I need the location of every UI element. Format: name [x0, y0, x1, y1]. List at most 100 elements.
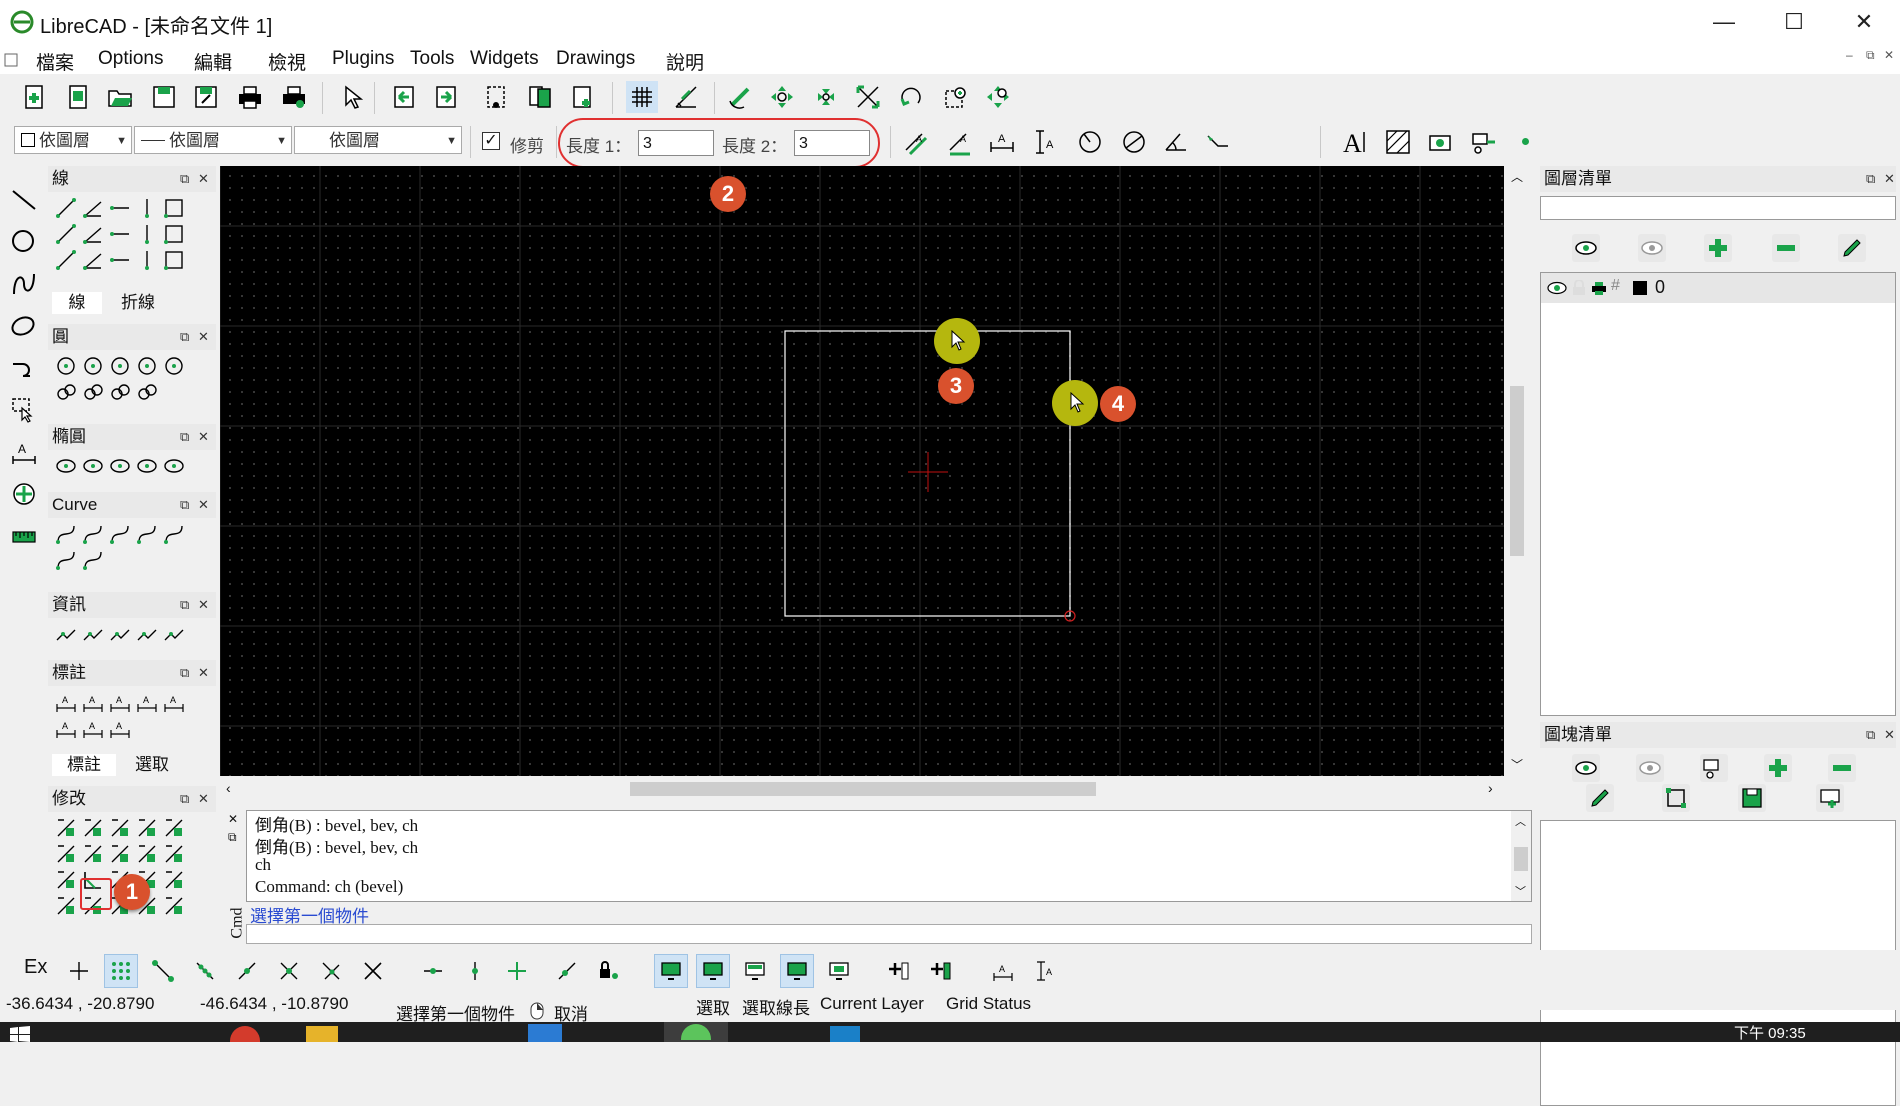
chrome-taskbar-icon[interactable]: [230, 1026, 260, 1042]
vertical-scrollbar[interactable]: ︿ ﹀: [1506, 166, 1528, 776]
circle-tool-5[interactable]: [160, 352, 188, 380]
float-icon[interactable]: ⧉: [180, 660, 189, 686]
info-tool-5[interactable]: [160, 620, 188, 648]
info-tool-2[interactable]: [79, 620, 107, 648]
show-all-blocks-icon[interactable]: [1572, 754, 1600, 782]
maximize-button[interactable]: ☐: [1764, 4, 1824, 40]
modify-tool-20[interactable]: [160, 892, 188, 920]
ellipse-tool-4[interactable]: [133, 452, 161, 480]
windows-start-icon[interactable]: [10, 1026, 30, 1042]
line-tool-14[interactable]: [133, 246, 161, 274]
ellipse-tool-5[interactable]: [160, 452, 188, 480]
dim-horizontal-icon[interactable]: A: [986, 126, 1018, 158]
close-button[interactable]: ✕: [1834, 4, 1894, 40]
vscode-taskbar-icon[interactable]: [528, 1024, 562, 1042]
float-icon[interactable]: ⧉: [228, 830, 237, 845]
command-input[interactable]: [246, 924, 1532, 944]
snap-grid-icon[interactable]: [104, 954, 138, 988]
ellipse-tool-1[interactable]: [52, 452, 80, 480]
remove-from-selection-icon[interactable]: [924, 954, 958, 988]
tab-dimension[interactable]: 標註: [52, 754, 116, 776]
snap-endpoint-icon[interactable]: [146, 954, 180, 988]
horizontal-scroll-thumb[interactable]: [630, 782, 1096, 796]
print-button[interactable]: [234, 81, 266, 113]
modify-tool-9[interactable]: [133, 840, 161, 868]
save-block-icon[interactable]: [1738, 784, 1766, 812]
draft-mode-button[interactable]: [670, 81, 702, 113]
line-tool-9[interactable]: [133, 220, 161, 248]
hatch-icon[interactable]: [1382, 126, 1414, 158]
ellipse-category-icon[interactable]: [8, 310, 40, 342]
zoom-pan-icon[interactable]: [982, 81, 1014, 113]
cmd-scroll-thumb[interactable]: [1514, 847, 1528, 871]
float-icon[interactable]: ⧉: [180, 424, 189, 450]
modify-tool-8[interactable]: [106, 840, 134, 868]
dimension-tool-3[interactable]: A: [106, 688, 134, 716]
mdi-system-icon[interactable]: [4, 53, 18, 67]
curve-tool-3[interactable]: [106, 520, 134, 548]
deselect-window-icon[interactable]: [738, 954, 772, 988]
remove-layer-icon[interactable]: [1772, 234, 1800, 262]
ellipse-tool-2[interactable]: [79, 452, 107, 480]
lock-relative-zero-icon[interactable]: [592, 954, 626, 988]
scroll-right-icon[interactable]: ›: [1488, 780, 1493, 796]
close-icon[interactable]: ✕: [228, 812, 238, 826]
close-icon[interactable]: ✕: [198, 324, 209, 350]
modify-tool-4[interactable]: [133, 814, 161, 842]
restrict-orthogonal-icon[interactable]: [500, 954, 534, 988]
dimension-tool-1[interactable]: A: [52, 688, 80, 716]
circle-tool-2[interactable]: [79, 352, 107, 380]
redo-button[interactable]: [430, 81, 462, 113]
menu-edit[interactable]: 編輯: [194, 48, 232, 75]
polyline-category-icon[interactable]: [8, 352, 40, 384]
dimension-tool-7[interactable]: A: [79, 714, 107, 742]
edit-layer-icon[interactable]: [1838, 234, 1866, 262]
redraw-button[interactable]: [724, 81, 756, 113]
float-icon[interactable]: ⧉: [180, 592, 189, 618]
copy-button[interactable]: [524, 81, 556, 113]
hide-all-layers-icon[interactable]: [1638, 234, 1666, 262]
line-category-icon[interactable]: [8, 184, 40, 216]
tab-line[interactable]: 線: [52, 292, 102, 314]
menu-drawings[interactable]: Drawings: [556, 48, 635, 70]
construction-icon[interactable]: #: [1611, 277, 1620, 295]
line-tool-11[interactable]: [52, 246, 80, 274]
modify-tool-1[interactable]: [52, 814, 80, 842]
circle-tool-1[interactable]: [52, 352, 80, 380]
info-tool-3[interactable]: [106, 620, 134, 648]
info-category-icon[interactable]: [8, 520, 40, 552]
circle-tool-8[interactable]: [106, 378, 134, 406]
curve-category-icon[interactable]: [8, 268, 40, 300]
modify-tool-16[interactable]: [52, 892, 80, 920]
restrict-vertical-icon[interactable]: [458, 954, 492, 988]
curve-tool-1[interactable]: [52, 520, 80, 548]
open-file-button[interactable]: [104, 81, 136, 113]
menu-help[interactable]: 說明: [666, 48, 704, 75]
line-tool-8[interactable]: [106, 220, 134, 248]
line-tool-12[interactable]: [79, 246, 107, 274]
new-file-button[interactable]: [18, 81, 50, 113]
line-tool-1[interactable]: [52, 194, 80, 222]
zoom-out-icon[interactable]: [810, 81, 842, 113]
menu-view[interactable]: 檢視: [268, 48, 306, 75]
add-to-selection-icon[interactable]: [882, 954, 916, 988]
paste-button[interactable]: [568, 81, 600, 113]
dimension-tool-4[interactable]: A: [133, 688, 161, 716]
line-tool-5[interactable]: [160, 194, 188, 222]
close-icon[interactable]: ✕: [1884, 166, 1895, 192]
dimension-tool-6[interactable]: A: [52, 714, 80, 742]
zoom-previous-icon[interactable]: [896, 81, 928, 113]
circle-tool-4[interactable]: [133, 352, 161, 380]
modify-tool-5[interactable]: [160, 814, 188, 842]
line-tool-2[interactable]: [79, 194, 107, 222]
dim-aligned-icon[interactable]: A: [900, 126, 932, 158]
float-icon[interactable]: ⧉: [1866, 166, 1875, 192]
snap-middle-icon[interactable]: [272, 954, 306, 988]
float-icon[interactable]: ⧉: [180, 786, 189, 812]
curve-tool-5[interactable]: [160, 520, 188, 548]
vertical-scroll-thumb[interactable]: [1510, 386, 1524, 556]
ellipse-tool-3[interactable]: [106, 452, 134, 480]
curve-tool-6[interactable]: [52, 546, 80, 574]
cmd-scrollbar[interactable]: ︿ ﹀: [1511, 811, 1531, 901]
dim-angular-icon[interactable]: [1160, 126, 1192, 158]
